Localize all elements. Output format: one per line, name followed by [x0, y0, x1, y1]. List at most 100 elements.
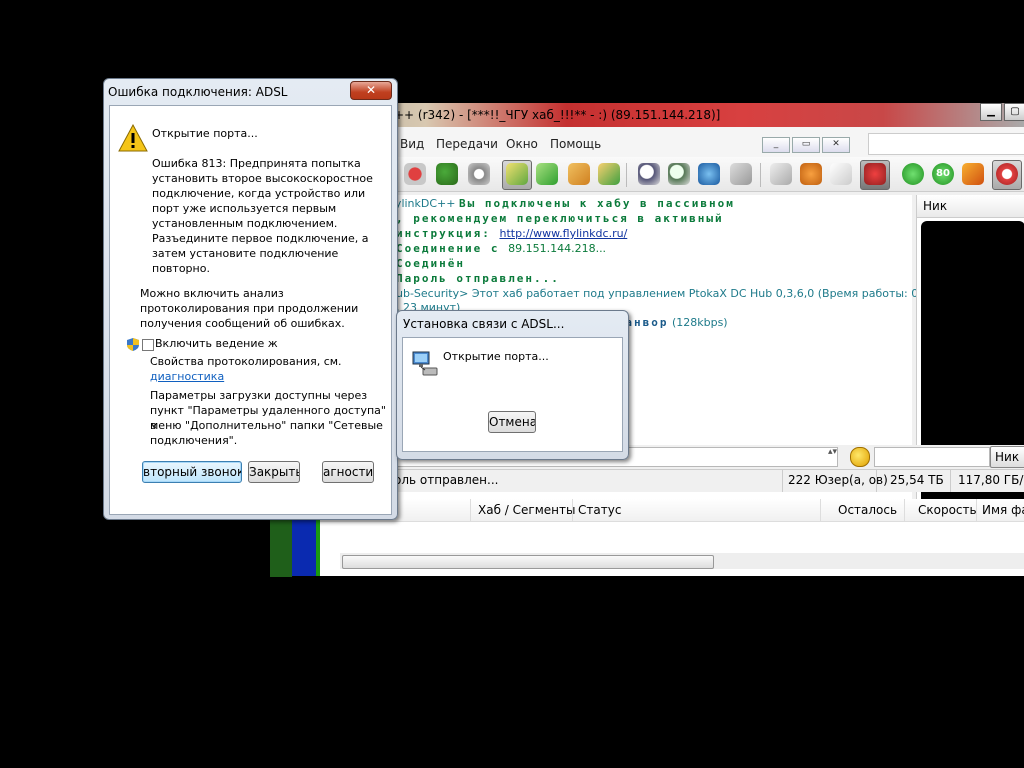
butterfly-icon[interactable]	[962, 163, 984, 185]
upload-queue-icon[interactable]	[568, 163, 590, 185]
notepad-icon[interactable]	[730, 163, 752, 185]
nick-column-header[interactable]: Ник	[923, 199, 947, 213]
error-line: Ошибка 813: Предпринята попытка	[152, 157, 361, 170]
column-speed[interactable]: Скорость	[918, 503, 977, 517]
network-icon[interactable]	[698, 163, 720, 185]
error-line: Разъедините первое подключение, а	[152, 232, 369, 245]
log-hint-line: получения сообщений об ошибках.	[140, 317, 345, 330]
recent-hubs-icon[interactable]	[468, 163, 490, 185]
power-icon[interactable]	[902, 163, 924, 185]
chat-line: Соединён	[396, 257, 465, 270]
connection-status: Открытие порта...	[443, 350, 549, 363]
error-heading: Открытие порта...	[152, 127, 258, 140]
status-divider	[782, 470, 783, 492]
redial-button[interactable]: вторный звонок	[142, 461, 242, 483]
queue-icon[interactable]	[506, 163, 528, 185]
flylink-url-link[interactable]: http://www.flylinkdc.ru/	[499, 227, 627, 240]
column-divider	[572, 499, 573, 521]
chat-line: , рекомендуем переключиться в активный	[396, 212, 724, 225]
error-line: подключение, когда устройство или	[152, 187, 366, 200]
warning-icon	[118, 124, 148, 152]
chat-line: Соединение с 89.151.144.218...	[396, 242, 607, 255]
minimize-button[interactable]: ▁	[980, 103, 1002, 121]
dialog-body: Открытие порта... Отмена	[402, 337, 623, 452]
menu-view[interactable]: Вид	[400, 137, 424, 151]
mdi-minimize-button[interactable]: _	[762, 137, 790, 153]
mdi-close-button[interactable]: ✕	[822, 137, 850, 153]
search-icon[interactable]	[638, 163, 660, 185]
column-divider	[976, 499, 977, 521]
mdi-restore-button[interactable]: ▭	[792, 137, 820, 153]
toolbar-separator	[760, 163, 761, 187]
toolbar-separator	[626, 163, 627, 187]
status-bar: оль отправлен... 222 Юзер(а, ов) 25,54 Т…	[320, 469, 1024, 492]
close-button[interactable]: ✕	[350, 81, 392, 100]
finished-downloads-icon[interactable]	[536, 163, 558, 185]
users-icon[interactable]	[436, 163, 458, 185]
favorites-icon[interactable]	[404, 163, 426, 185]
status-message: оль отправлен...	[394, 473, 499, 487]
limiter-80-icon[interactable]: 80	[932, 163, 954, 185]
status-divider	[876, 470, 877, 492]
smiley-icon[interactable]	[850, 447, 870, 467]
connecting-dialog: Установка связи с ADSL... Открытие порта…	[396, 310, 629, 460]
menu-help[interactable]: Помощь	[550, 137, 601, 151]
menu-transfers[interactable]: Передачи	[436, 137, 498, 151]
diagnostics-link[interactable]: диагностика	[150, 369, 224, 384]
params-line: меню "Дополнительно" папки "Сетевые	[150, 419, 383, 432]
chat-line: инструкция: http://www.flylinkdc.ru/	[396, 227, 628, 240]
column-divider	[904, 499, 905, 521]
dialog-title: Ошибка подключения: ADSL	[108, 85, 288, 99]
maximize-button[interactable]: ▢	[1004, 103, 1024, 121]
checkbox-label: Включить ведение ж	[155, 337, 278, 350]
error-line: установленным подключением.	[152, 217, 338, 230]
log-hint-line: протоколирования при продолжении	[140, 302, 359, 315]
cancel-button[interactable]: Отмена	[488, 411, 536, 433]
column-divider	[470, 499, 471, 521]
filelist-icon[interactable]	[770, 163, 792, 185]
main-window-title: ++ (r342) - [***!!_ЧГУ хаб_!!!** - :) (8…	[394, 108, 721, 122]
error-line: порт уже используется первым	[152, 202, 337, 215]
transfers-scrollbar[interactable]	[340, 553, 1024, 569]
column-remaining[interactable]: Осталось	[838, 503, 897, 517]
refresh-icon[interactable]	[830, 163, 852, 185]
log-props-line: Свойства протоколирования, см.	[150, 355, 342, 368]
status-divider	[950, 470, 951, 492]
transfers-panel[interactable]: Хаб / Сегменты Статус Осталось Скорость …	[320, 499, 1024, 576]
status-free: 117,80 ГБ/Ю:	[958, 473, 1024, 487]
column-filename[interactable]: Имя фа	[982, 503, 1024, 517]
transfers-header: Хаб / Сегменты Статус Осталось Скорость …	[320, 499, 1024, 522]
enable-logging-checkbox[interactable]	[142, 339, 154, 351]
hash-icon[interactable]	[800, 163, 822, 185]
params-line: Параметры загрузки доступны через	[150, 389, 368, 402]
mute-icon[interactable]	[996, 163, 1018, 185]
scroll-thumb[interactable]	[342, 555, 714, 569]
menu-window[interactable]: Окно	[506, 137, 538, 151]
nick-button[interactable]: Ник	[990, 446, 1024, 468]
status-users: 222 Юзер(а, ов)	[788, 473, 888, 487]
finished-uploads-icon[interactable]	[598, 163, 620, 185]
chat-line: flylinkDC++ Вы подключены к хабу в пасси…	[388, 197, 735, 210]
spin-icon[interactable]: ▴▾	[828, 447, 842, 465]
diagnostics-button[interactable]: агности	[322, 461, 374, 483]
chat-line: Пароль отправлен...	[396, 272, 560, 285]
userlist-header[interactable]: Ник	[917, 195, 1024, 218]
log-hint-line: Можно включить анализ	[140, 287, 284, 300]
error-line: повторно.	[152, 262, 210, 275]
quick-search-input[interactable]	[868, 133, 1024, 155]
dialog-title: Установка связи с ADSL...	[403, 317, 565, 331]
error-line: установить второе высокоскоростное	[152, 172, 373, 185]
close-dialog-button[interactable]: Закрыть	[248, 461, 300, 483]
column-status[interactable]: Статус	[578, 503, 621, 517]
window-controls: ▁ ▢	[980, 103, 1024, 121]
column-divider	[820, 499, 821, 521]
away-user-icon[interactable]	[864, 163, 886, 185]
connection-error-dialog: Ошибка подключения: ADSL ✕ Открытие порт…	[103, 78, 398, 520]
nick-input[interactable]	[874, 447, 990, 467]
toolbar: 80	[320, 157, 1024, 192]
dialog-body: Открытие порта... Ошибка 813: Предпринят…	[109, 105, 392, 515]
main-titlebar[interactable]: ++ (r342) - [***!!_ЧГУ хаб_!!!** - :) (8…	[320, 103, 1024, 127]
params-line: подключения".	[150, 434, 238, 447]
column-hub-segments[interactable]: Хаб / Сегменты	[478, 503, 575, 517]
adl-search-icon[interactable]	[668, 163, 690, 185]
